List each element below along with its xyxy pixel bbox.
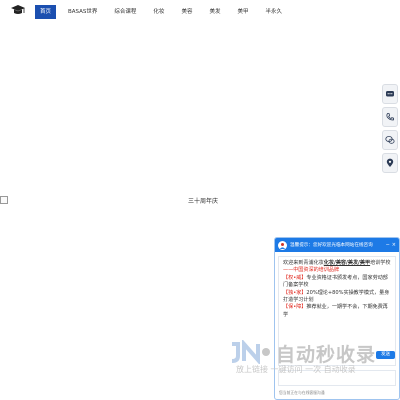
feature-tag: 【独•家】 [283, 289, 307, 296]
feature-exclusive: 【独•家】20%理论+80%实操教学模式，量身打造学习计划 [283, 290, 391, 305]
brand-tagline: ——中国资深的培训品牌 [283, 267, 340, 274]
wechat-button[interactable] [382, 130, 398, 150]
nav-item-nails[interactable]: 美甲 [232, 5, 253, 19]
nav-item-courses[interactable]: 综合课程 [109, 5, 141, 19]
watermark-logo-icon [231, 340, 270, 364]
nav-item-beauty[interactable]: 美容 [176, 5, 197, 19]
nav-item-basas-world[interactable]: BASAS世界 [63, 5, 102, 19]
close-icon[interactable]: × [392, 242, 396, 248]
nav-item-makeup[interactable]: 化妆 [148, 5, 169, 19]
watermark-title: 自动秒收录 [276, 344, 377, 366]
agent-avatar [278, 240, 287, 250]
phone-button[interactable] [382, 107, 398, 127]
page: 首页 BASAS世界 综合课程 化妆 美容 美发 美甲 半永久 三十周年庆 温馨… [0, 0, 400, 400]
chat-title: 温馨提示：您好欢迎光临本网站在线咨询 [290, 243, 373, 248]
phone-icon [386, 113, 394, 121]
feature-authority: 【权•威】专业资格证书颁发考点，国家劳动部门备案学校 [283, 275, 391, 290]
wechat-icon [385, 136, 395, 144]
location-icon [386, 158, 394, 167]
top-navigation-bar: 首页 BASAS世界 综合课程 化妆 美容 美发 美甲 半永久 [0, 0, 400, 22]
broken-banner-image-icon [0, 196, 8, 204]
welcome-prefix: 欢迎来到青浦化妆 [283, 260, 324, 266]
chat-icon [386, 91, 394, 97]
minimize-icon[interactable]: − [386, 242, 390, 248]
floating-toolbar [382, 84, 398, 176]
nav-item-semi-permanent[interactable]: 半永久 [260, 5, 287, 19]
welcome-services[interactable]: 化妆/美容/美发/美甲 [324, 260, 370, 266]
feature-guarantee: 【保•障】推荐就业，一期学不会，下期免费再学 [283, 304, 391, 319]
watermark-subtitle: 放上链接 一键访问 一次 自动收录 [236, 365, 356, 374]
chat-button[interactable] [382, 84, 398, 104]
main-menu: 首页 BASAS世界 综合课程 化妆 美容 美发 美甲 半永久 [35, 5, 294, 19]
nav-item-home[interactable]: 首页 [35, 5, 57, 19]
feature-tag: 【权•威】 [283, 274, 307, 281]
welcome-suffix: 培训学校 [370, 260, 391, 266]
graduation-cap-logo-icon[interactable] [10, 3, 26, 19]
agent-avatar-icon [279, 242, 286, 249]
chat-footer-note: 您当前正在与在线客服沟通 [279, 390, 325, 395]
banner-caption: 三十周年庆 [188, 198, 219, 205]
location-button[interactable] [382, 153, 398, 173]
chat-header[interactable]: 温馨提示：您好欢迎光临本网站在线咨询 − × [275, 238, 399, 252]
nav-item-hair[interactable]: 美发 [204, 5, 225, 19]
feature-tag: 【保•障】 [283, 304, 307, 311]
watermark: 自动秒收录 放上链接 一键访问 一次 自动收录 [228, 340, 388, 382]
